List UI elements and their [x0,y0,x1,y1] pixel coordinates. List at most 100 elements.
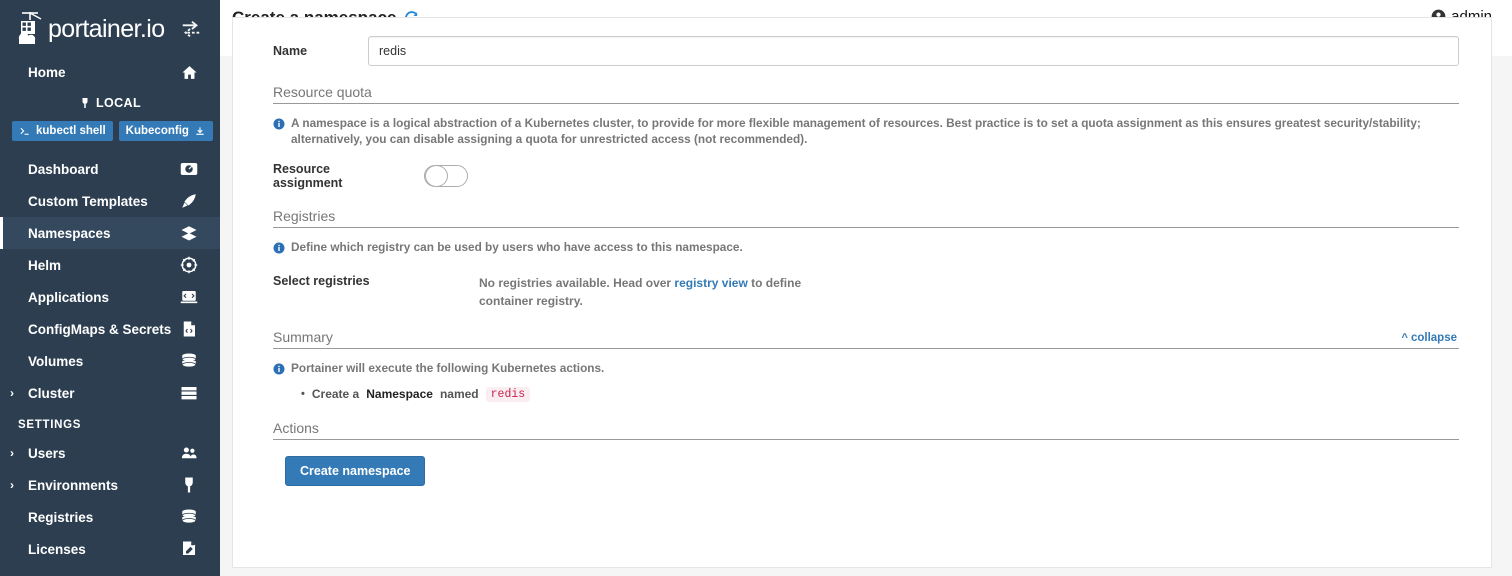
sidebar-item-helm[interactable]: Helm [0,249,220,281]
resource-quota-info-text: A namespace is a logical abstraction of … [291,116,1421,146]
section-resource-quota: Resource quota [273,84,1459,104]
section-registries: Registries [273,208,1459,228]
form-content: Name Resource quota A namespace is a log… [253,36,1459,486]
sidebar-item-label: Cluster [28,385,75,401]
sidebar-item-dashboard[interactable]: Dashboard [0,153,220,185]
resource-assignment-row: Resource assignment [273,162,1459,190]
resource-assignment-toggle[interactable] [424,164,468,187]
portainer-logo-icon [18,12,42,44]
license-icon [183,541,196,555]
summary-action-item: • Create a Namespace named redis [301,386,1459,402]
summary-info-text: Portainer will execute the following Kub… [291,360,605,375]
sidebar-item-label: Users [28,445,66,461]
sidebar-item-label: Helm [28,257,62,273]
helm-wheel-icon [180,256,198,274]
sidebar-item-label: Registries [28,509,94,525]
summary-prefix: Create a [311,387,360,402]
plug-icon [185,477,193,493]
laptop-code-icon [180,291,198,304]
environment-label: LOCAL [95,96,142,110]
section-summary: Summary ^ collapse [273,329,1459,349]
section-title-text: Registries [273,207,336,224]
registries-info-text: Define which registry can be used by use… [291,239,743,254]
chevron-right-icon: › [10,478,14,492]
sidebar-item-volumes[interactable]: Volumes [0,345,220,377]
sidebar-item-label: Licenses [28,541,86,557]
section-title-text: Summary [273,328,333,345]
registries-info: Define which registry can be used by use… [273,240,1459,256]
select-registries-label: Select registries [273,273,370,288]
summary-resource-name: redis [485,386,531,402]
summary-middle: named [439,387,479,402]
sidebar: portainer.io Home LOCAL kubectl shell Ku… [0,0,220,576]
sidebar-item-licenses[interactable]: Licenses [0,533,220,565]
database-icon [181,353,197,368]
app-root: portainer.io Home LOCAL kubectl shell Ku… [0,0,1512,576]
terminal-icon [20,127,29,135]
file-code-icon [183,321,195,337]
plug-icon [82,98,88,108]
chevron-right-icon: › [10,446,14,460]
caret-up-icon: ^ [1401,331,1408,344]
create-namespace-button[interactable]: Create namespace [285,455,426,486]
sidebar-item-registries[interactable]: Registries [0,501,220,533]
info-icon [273,118,285,130]
registries-empty-before: No registries available. Head over [479,275,675,290]
shell-buttons: kubectl shell Kubeconfig [0,118,220,141]
sidebar-item-label: Custom Templates [28,193,148,209]
collapse-label: collapse [1410,331,1457,344]
environment-indicator: LOCAL [0,88,220,118]
swap-horizontal-icon[interactable] [180,18,202,40]
sidebar-item-users[interactable]: › Users [0,437,220,469]
rocket-icon [182,194,196,208]
home-icon [182,65,197,79]
gauge-icon [180,163,198,175]
sidebar-item-environments[interactable]: › Environments [0,469,220,501]
brand-left: portainer.io [14,10,165,48]
kubeconfig-label: Kubeconfig [125,125,189,137]
name-label: Name [273,44,308,58]
chevron-right-icon: › [10,386,14,400]
summary-action-list: • Create a Namespace named redis [301,386,1459,402]
section-title-text: Resource quota [273,84,372,100]
kubeconfig-button[interactable]: Kubeconfig [118,121,213,141]
layers-icon [181,226,197,241]
sidebar-item-cluster[interactable]: › Cluster [0,377,220,409]
sidebar-nav: Dashboard Custom Templates Namespaces He… [0,153,220,565]
registry-view-link[interactable]: registry view [674,276,747,290]
sidebar-item-custom-templates[interactable]: Custom Templates [0,185,220,217]
resource-quota-info: A namespace is a logical abstraction of … [273,116,1459,148]
resource-assignment-label: Resource assignment [273,161,343,190]
database-icon [181,509,197,524]
sidebar-item-label: Volumes [28,353,84,369]
sidebar-item-label: Dashboard [28,161,99,177]
section-actions: Actions [273,420,1459,440]
info-icon [273,363,285,375]
sidebar-item-home[interactable]: Home [0,56,220,88]
sidebar-item-label: Namespaces [28,225,111,241]
toggle-knob [425,164,448,187]
namespace-name-input[interactable] [368,36,1459,66]
select-registries-row: Select registries No registries availabl… [273,274,1459,311]
kubectl-shell-label: kubectl shell [36,125,106,137]
sidebar-item-namespaces[interactable]: Namespaces [0,217,220,249]
form-card: Name Resource quota A namespace is a log… [232,17,1492,568]
sidebar-item-configmaps-secrets[interactable]: ConfigMaps & Secrets [0,313,220,345]
section-title-text: Actions [273,419,319,436]
sidebar-item-label: Applications [28,289,110,305]
registries-empty-message: No registries available. Head over regis… [479,274,839,311]
sidebar-brand: portainer.io [0,0,220,54]
brand-name: portainer.io [48,14,165,43]
sidebar-item-label: ConfigMaps & Secrets [28,321,172,337]
sidebar-settings-heading: SETTINGS [18,419,82,431]
sidebar-item-label: Home [28,64,66,80]
download-icon [196,126,204,135]
users-icon [181,447,197,459]
summary-info: Portainer will execute the following Kub… [273,361,1459,377]
server-rack-icon [181,387,197,400]
main-area: Create a namespace Namespaces> Create a … [220,0,1512,576]
sidebar-item-label: Environments [28,477,119,493]
kubectl-shell-button[interactable]: kubectl shell [12,121,113,141]
summary-collapse-toggle[interactable]: ^ collapse [1402,332,1457,344]
sidebar-item-applications[interactable]: Applications [0,281,220,313]
